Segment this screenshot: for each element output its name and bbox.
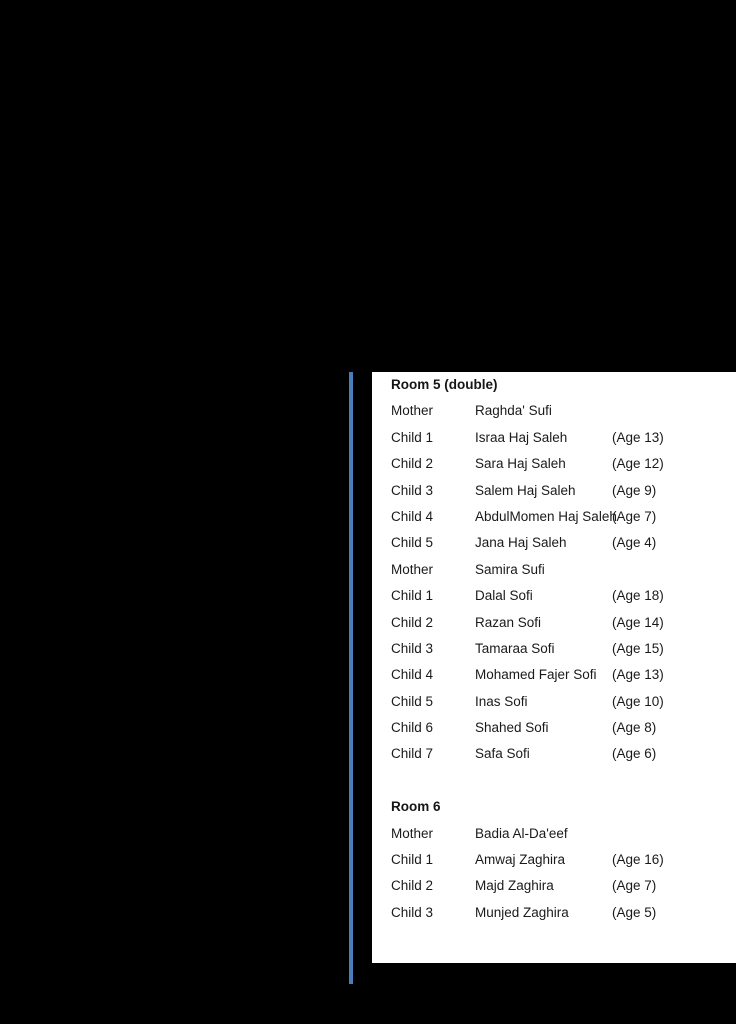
roster-role-label: Child 2 [391,456,434,472]
roster-age-label: (Age 18) [612,588,664,604]
roster-person-name: Raghda' Sufi [475,403,552,419]
roster-role-label: Mother [391,561,434,577]
roster-row: Mother Raghda' Sufi [391,398,736,424]
roster-person-name: Tamaraa Sofi [475,640,555,656]
roster-person-name: Inas Sofi [475,693,528,709]
roster-row: Child 1 Israa Haj Saleh (Age 13) [391,425,736,451]
roster-age-label: (Age 4) [612,535,657,551]
vertical-accent-bar [349,372,353,984]
roster-row: Child 2 Razan Sofi (Age 14) [391,610,736,636]
roster-person-name: AbdulMomen Haj Saleh [475,508,617,524]
roster-role-label: Child 6 [391,720,434,736]
roster-role-label: Child 4 [391,508,434,524]
roster-person-name: Majd Zaghira [475,878,554,894]
roster-row: Child 1 Dalal Sofi (Age 18) [391,583,736,609]
roster-role-label: Child 2 [391,614,434,630]
roster-row: Child 5 Inas Sofi (Age 10) [391,689,736,715]
roster-person-name: Salem Haj Saleh [475,482,576,498]
roster-person-name: Badia Al-Da'eef [475,825,568,841]
roster-role-label: Child 4 [391,667,434,683]
roster-age-label: (Age 7) [612,878,657,894]
roster-row: Child 4 AbdulMomen Haj Saleh (Age 7) [391,504,736,530]
roster-person-name: Razan Sofi [475,614,542,630]
roster-row: Child 2 Majd Zaghira (Age 7) [391,873,736,899]
roster-role-label: Child 7 [391,746,434,762]
roster-row: Child 1 Amwaj Zaghira (Age 16) [391,847,736,873]
roster-age-label: (Age 5) [612,904,657,920]
room-heading: Room 6 [391,799,441,815]
roster-row: Child 6 Shahed Sofi (Age 8) [391,715,736,741]
roster-age-label: (Age 12) [612,456,664,472]
roster-age-label: (Age 15) [612,640,664,656]
roster-row: Child 2 Sara Haj Saleh (Age 12) [391,451,736,477]
roster-age-label: (Age 14) [612,614,664,630]
roster-person-name: Shahed Sofi [475,720,549,736]
roster-person-name: Dalal Sofi [475,588,533,604]
roster-role-label: Child 3 [391,482,434,498]
roster-person-name: Mohamed Fajer Sofi [475,667,597,683]
roster-age-label: (Age 13) [612,667,664,683]
roster-role-label: Mother [391,403,434,419]
room-roster-panel: Room 5 (double) Mother Raghda' Sufi Child 1… [372,372,736,963]
roster-role-label: Child 5 [391,535,434,551]
roster-person-name: Jana Haj Saleh [475,535,567,551]
roster-row: Child 4 Mohamed Fajer Sofi (Age 13) [391,662,736,688]
roster-age-label: (Age 6) [612,746,657,762]
roster-person-name: Amwaj Zaghira [475,852,566,868]
roster-row: Child 5 Jana Haj Saleh (Age 4) [391,530,736,556]
roster-role-label: Child 3 [391,904,434,920]
roster-person-name: Munjed Zaghira [475,904,569,920]
roster-person-name: Sara Haj Saleh [475,456,566,472]
roster-row: Child 3 Salem Haj Saleh (Age 9) [391,478,736,504]
roster-role-label: Child 3 [391,640,434,656]
roster-role-label: Child 1 [391,429,434,445]
roster-role-label: Mother [391,825,434,841]
roster-age-label: (Age 13) [612,429,664,445]
roster-person-name: Safa Sofi [475,746,530,762]
roster-role-label: Child 1 [391,852,434,868]
roster-role-label: Child 1 [391,588,434,604]
roster-age-label: (Age 7) [612,508,657,524]
roster-row: Child 7 Safa Sofi (Age 6) [391,741,736,767]
roster-age-label: (Age 9) [612,482,657,498]
roster-role-label: Child 2 [391,878,434,894]
roster-age-label: (Age 8) [612,720,657,736]
roster-age-label: (Age 10) [612,693,664,709]
roster-row: Mother Badia Al-Da'eef [391,821,736,847]
roster-person-name: Israa Haj Saleh [475,429,568,445]
roster-age-label: (Age 16) [612,852,664,868]
room-heading: Room 5 (double) [391,377,498,392]
room-roster-list: Room 5 (double) Mother Raghda' Sufi Child 1… [391,372,736,926]
roster-row: Child 3 Tamaraa Sofi (Age 15) [391,636,736,662]
roster-person-name: Samira Sufi [475,561,545,577]
roster-row: Child 3 Munjed Zaghira (Age 5) [391,900,736,926]
roster-role-label: Child 5 [391,693,434,709]
roster-row: Mother Samira Sufi [391,557,736,583]
